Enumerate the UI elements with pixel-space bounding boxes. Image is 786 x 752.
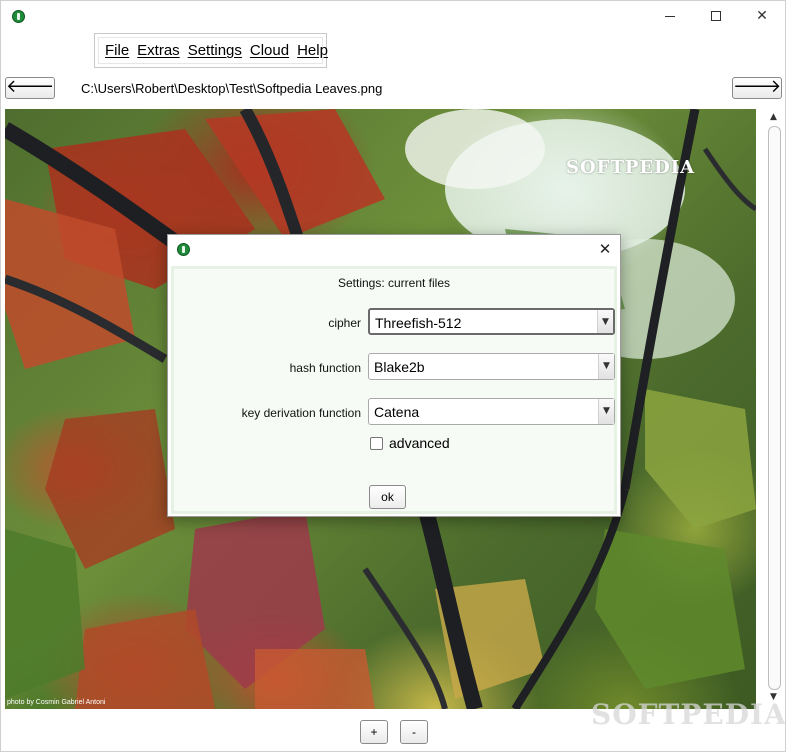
title-bar: ✕ <box>1 1 785 31</box>
dialog-body: Settings: current files cipher Threefish… <box>171 266 617 514</box>
branch <box>702 147 756 212</box>
scroll-thumb[interactable] <box>768 126 781 690</box>
cipher-value: Threefish-512 <box>375 315 462 331</box>
menu-settings[interactable]: Settings <box>188 42 242 59</box>
dropdown-arrow-icon[interactable]: ▼ <box>598 354 614 379</box>
maximize-icon <box>711 11 721 21</box>
sky-patch <box>405 109 545 189</box>
kdf-select[interactable]: Catena ▼ <box>368 398 615 425</box>
app-window: ✕ File Extras Settings Cloud Help 🡐 C:\U… <box>0 0 786 752</box>
green-leaf <box>5 529 85 699</box>
scroll-up-icon[interactable]: ▲ <box>770 112 777 122</box>
back-button[interactable]: 🡐 <box>5 77 55 99</box>
kdf-value: Catena <box>374 404 420 420</box>
minimize-button[interactable] <box>647 1 693 31</box>
advanced-checkbox[interactable] <box>370 437 383 450</box>
vertical-scrollbar[interactable]: ▲ ▼ <box>766 109 783 709</box>
green-leaf <box>645 389 756 529</box>
branch <box>362 567 448 709</box>
menu-extras[interactable]: Extras <box>137 42 180 59</box>
dropdown-arrow-icon[interactable]: ▼ <box>597 310 613 333</box>
close-button[interactable]: ✕ <box>739 1 785 31</box>
menu-bar: File Extras Settings Cloud Help <box>94 33 328 68</box>
menu-help[interactable]: Help <box>297 42 328 59</box>
dialog-header: Settings: current files <box>337 276 451 290</box>
kdf-label: key derivation function <box>241 406 361 420</box>
green-leaf <box>595 529 745 689</box>
hash-function-value: Blake2b <box>374 359 425 375</box>
red-leaf <box>75 609 215 709</box>
dropdown-arrow-icon[interactable]: ▼ <box>598 399 614 424</box>
hash-function-label: hash function <box>289 361 361 375</box>
forward-button[interactable]: 🡒 <box>732 77 782 99</box>
settings-dialog: ✕ Settings: current files cipher Threefi… <box>167 234 621 517</box>
menu-file[interactable]: File <box>105 42 129 59</box>
cipher-select[interactable]: Threefish-512 ▼ <box>368 308 615 335</box>
app-icon <box>12 10 25 23</box>
zoom-in-button[interactable]: + <box>360 720 388 744</box>
red-leaf <box>255 649 375 709</box>
softpedia-watermark: SOFTPEDIA <box>566 157 696 178</box>
hash-function-select[interactable]: Blake2b ▼ <box>368 353 615 380</box>
menu-bar-inner: File Extras Settings Cloud Help <box>98 37 328 64</box>
photo-credit: photo by Cosmin Gabriel Antoni <box>7 699 106 706</box>
dialog-app-icon <box>177 243 190 256</box>
zoom-out-button[interactable]: - <box>400 720 428 744</box>
menu-cloud[interactable]: Cloud <box>250 42 289 59</box>
cipher-label: cipher <box>328 316 361 330</box>
dialog-title-bar: ✕ <box>168 235 620 264</box>
red-leaf <box>45 409 175 569</box>
minimize-icon <box>665 15 675 17</box>
ok-button[interactable]: ok <box>369 485 406 509</box>
advanced-label[interactable]: advanced <box>389 435 450 451</box>
dialog-close-button[interactable]: ✕ <box>596 240 614 258</box>
softpedia-overlay-watermark: SOFTPEDIA <box>591 698 786 731</box>
file-path: C:\Users\Robert\Desktop\Test\Softpedia L… <box>81 81 383 96</box>
maximize-button[interactable] <box>693 1 739 31</box>
